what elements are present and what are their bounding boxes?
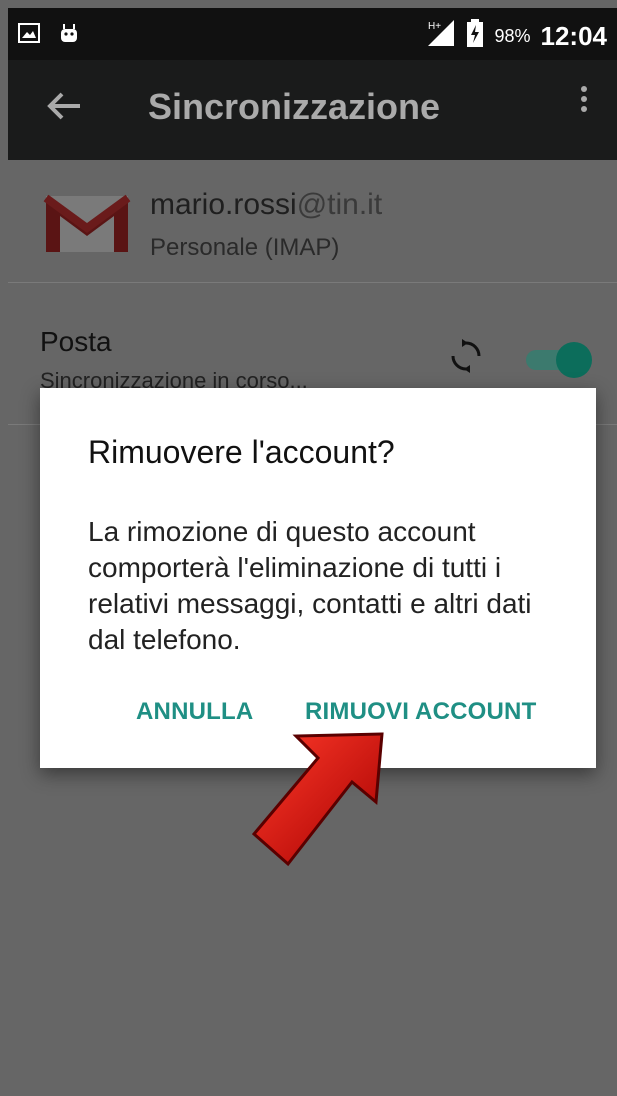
remove-account-dialog: Rimuovere l'account? La rimozione di que… (40, 388, 596, 768)
signal-icon: H+ (426, 18, 456, 54)
toggle-knob (556, 342, 592, 378)
sync-item-label: Posta (40, 326, 112, 357)
cancel-button[interactable]: ANNULLA (136, 698, 253, 726)
account-email: mario.rossi@tin.it (150, 188, 382, 222)
gmail-logo-icon (42, 192, 132, 254)
sync-icon (448, 338, 484, 383)
back-arrow-icon[interactable] (46, 90, 82, 128)
android-icon (58, 22, 80, 49)
email-user: mario.rossi (150, 188, 297, 221)
more-options-icon[interactable] (581, 82, 587, 122)
svg-text:H+: H+ (428, 21, 441, 32)
dialog-message: La rimozione di questo account comporter… (88, 516, 532, 655)
status-bar: H+ 98% 12:04 (8, 8, 617, 60)
toolbar-title: Sincronizzazione (148, 86, 441, 127)
account-type: Personale (IMAP) (150, 234, 340, 261)
battery-icon (466, 19, 484, 53)
dialog-title: Rimuovere l'account? (88, 434, 395, 470)
email-domain: @tin.it (296, 188, 383, 221)
red-arrow-icon (244, 724, 394, 874)
remove-account-button[interactable]: RIMUOVI ACCOUNT (305, 698, 536, 726)
sync-toggle[interactable] (526, 342, 592, 378)
account-header: mario.rossi@tin.it Personale (IMAP) (8, 160, 617, 283)
app-toolbar: Sincronizzazione (8, 60, 617, 160)
screen: H+ 98% 12:04 Sincronizzazione mario.ross… (0, 0, 617, 1096)
battery-percent: 98% (494, 25, 531, 46)
clock: 12:04 (540, 20, 608, 51)
image-icon (18, 22, 40, 49)
